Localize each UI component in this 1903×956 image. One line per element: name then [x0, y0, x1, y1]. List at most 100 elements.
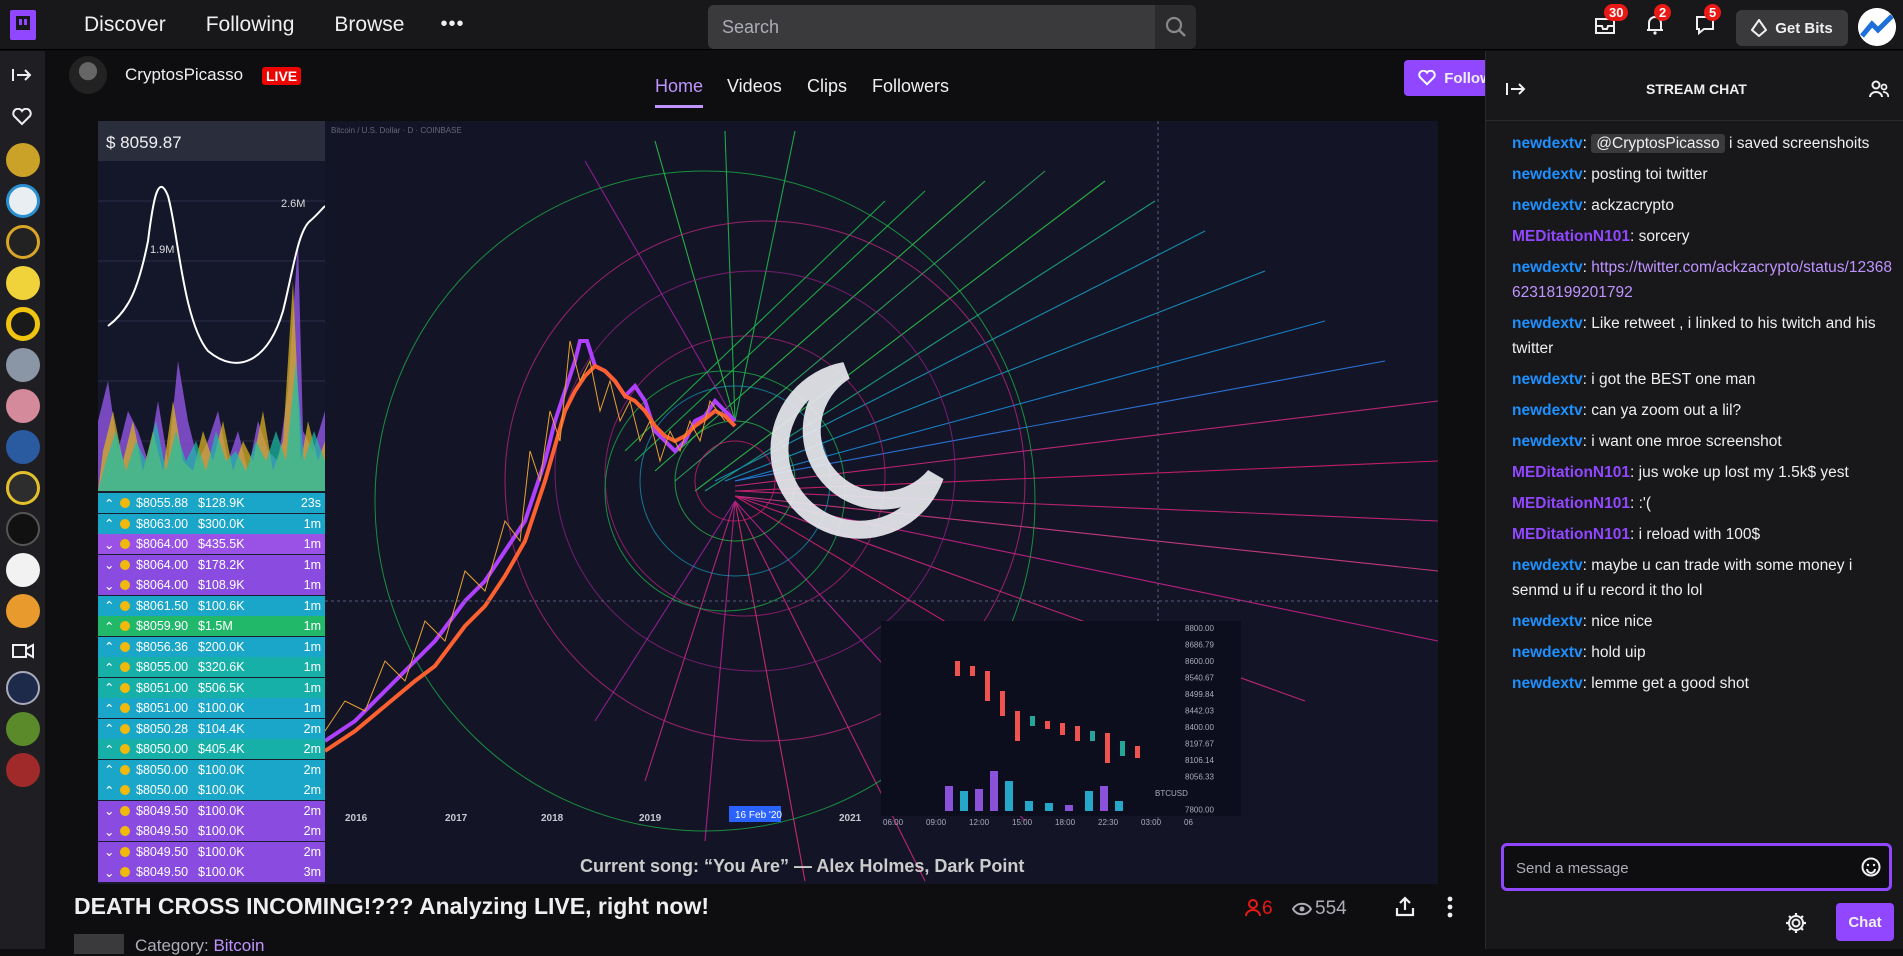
date-marker: 16 Feb '20: [735, 810, 782, 821]
chat-username[interactable]: newdextv: [1512, 371, 1583, 388]
heart-icon: [1418, 70, 1436, 86]
ticker-price: $8064.00: [136, 537, 189, 551]
chat-send-button[interactable]: Chat: [1836, 903, 1894, 941]
category-link[interactable]: Bitcoin: [213, 936, 264, 955]
followed-channel-avatar[interactable]: [6, 348, 40, 382]
followed-channel-avatar[interactable]: [6, 594, 40, 628]
nav-browse[interactable]: Browse: [334, 13, 404, 37]
expand-sidebar-icon[interactable]: [12, 67, 32, 83]
chat-username[interactable]: newdextv: [1512, 675, 1583, 692]
ticker-age: 1m: [303, 598, 321, 613]
chevron-up-icon: ⌃: [104, 763, 115, 777]
followed-channel-avatar[interactable]: [6, 184, 40, 218]
channel-avatar[interactable]: [69, 56, 107, 94]
chat-username[interactable]: MEDitationN101: [1512, 228, 1630, 245]
followed-channel-avatar[interactable]: [6, 512, 40, 546]
chat-username[interactable]: newdextv: [1512, 402, 1583, 419]
ticker-price: $8063.00: [136, 516, 189, 531]
exchange-icon: [120, 785, 130, 795]
ticker-price: $8061.50: [136, 598, 189, 613]
chat-settings-gear-icon[interactable]: [1785, 912, 1807, 934]
exchange-icon: [120, 723, 130, 734]
chat-input[interactable]: [1514, 855, 1844, 881]
chat-username[interactable]: newdextv: [1512, 259, 1583, 276]
ticker-row: ⌃ $8051.00 $506.5K 1m: [98, 677, 325, 698]
chat-username[interactable]: newdextv: [1512, 315, 1583, 332]
mini-chart-price-label: 8800.00: [1185, 624, 1214, 633]
search-input[interactable]: [708, 5, 1155, 49]
chat-panel: STREAM CHAT newdextv: @CryptosPicasso i …: [1485, 51, 1903, 949]
followed-channel-avatar[interactable]: [6, 389, 40, 423]
chat-username[interactable]: newdextv: [1512, 557, 1583, 574]
followed-heart-icon: [12, 108, 32, 126]
recommended-channel-avatar[interactable]: [6, 712, 40, 746]
mini-chart-price-label: 8400.00: [1185, 723, 1214, 732]
inbox-button[interactable]: 30: [1590, 4, 1629, 40]
followed-channel-avatar[interactable]: [6, 266, 40, 300]
channel-name[interactable]: CryptosPicasso: [125, 65, 243, 85]
chat-username[interactable]: MEDitationN101: [1512, 526, 1630, 543]
collapse-chat-icon[interactable]: [1506, 81, 1526, 97]
chat-username[interactable]: MEDitationN101: [1512, 495, 1630, 512]
ticker-amount: $104.4K: [198, 721, 245, 736]
ticker-price: $8064.00: [136, 557, 189, 572]
followed-channel-avatar[interactable]: [6, 553, 40, 587]
share-icon[interactable]: [1394, 896, 1416, 918]
ticker-price: $8049.50: [136, 824, 189, 838]
search-button[interactable]: [1155, 5, 1196, 49]
emote-picker-icon[interactable]: [1861, 857, 1881, 877]
users-icon[interactable]: [1869, 79, 1889, 99]
ticker-age: 2m: [303, 844, 321, 859]
chat-username[interactable]: newdextv: [1512, 613, 1583, 630]
tab-videos[interactable]: Videos: [727, 76, 782, 97]
more-menu-icon[interactable]: •••: [440, 13, 464, 36]
chat-username[interactable]: newdextv: [1512, 135, 1583, 152]
recommended-channel-avatar[interactable]: [6, 671, 40, 705]
tab-clips[interactable]: Clips: [807, 76, 847, 97]
followed-channel-avatar[interactable]: [6, 430, 40, 464]
video-player[interactable]: $ 8059.87 1.9M 2.6M ⌃ $8055.88 $128.9K 23s ⌃…: [98, 121, 1438, 884]
viewers-icon: [1245, 899, 1261, 917]
ticker-amount: $100.0K: [198, 865, 245, 879]
year-axis-label: 2018: [541, 813, 564, 824]
user-avatar[interactable]: [1858, 8, 1896, 46]
chat-username[interactable]: MEDitationN101: [1512, 464, 1630, 481]
chat-username[interactable]: newdextv: [1512, 644, 1583, 661]
chat-text: i reload with 100$: [1638, 526, 1761, 543]
recommended-channel-avatar[interactable]: [6, 753, 40, 787]
exchange-icon: [120, 703, 130, 713]
chevron-up-icon: ⌃: [104, 783, 115, 798]
followed-channel-avatar[interactable]: [6, 143, 40, 177]
tab-home[interactable]: Home: [655, 76, 704, 108]
mini-chart-price-label: 8540.67: [1185, 674, 1214, 683]
chat-mention[interactable]: @CryptosPicasso: [1591, 134, 1725, 153]
ticker-row: ⌃ $8050.00 $405.4K 2m: [98, 739, 325, 759]
chat-message: MEDitationN101: i reload with 100$: [1512, 526, 1761, 543]
followed-channel-avatar[interactable]: [6, 225, 40, 259]
chevron-down-icon: ⌄: [104, 578, 115, 593]
chat-username[interactable]: newdextv: [1512, 166, 1583, 183]
ticker-amount: $100.0K: [198, 762, 245, 777]
eye-icon: [1292, 902, 1312, 916]
more-options-icon[interactable]: [1446, 896, 1454, 918]
volume-label-low: 1.9M: [150, 244, 174, 256]
whispers-button[interactable]: 5: [1690, 4, 1722, 40]
exchange-icon: [120, 559, 130, 570]
get-bits-button[interactable]: Get Bits: [1736, 10, 1848, 46]
chat-message: newdextv: i got the BEST one man: [1512, 371, 1756, 388]
nav-discover[interactable]: Discover: [84, 13, 166, 37]
tab-followers[interactable]: Followers: [872, 76, 949, 97]
followed-channel-avatar[interactable]: [6, 471, 40, 505]
chat-message: MEDitationN101: :'(: [1512, 495, 1652, 512]
ticker-age: 1m: [303, 680, 321, 695]
category-boxart[interactable]: [74, 934, 124, 954]
mini-chart-time-label: 15:00: [1012, 818, 1033, 827]
chat-username[interactable]: newdextv: [1512, 197, 1583, 214]
notifications-button[interactable]: 2: [1640, 4, 1672, 40]
followed-channel-avatar[interactable]: [6, 307, 40, 341]
chat-username[interactable]: newdextv: [1512, 433, 1583, 450]
ticker-amount: $405.4K: [198, 742, 245, 756]
ticker-row: ⌄ $8064.00 $178.2K 1m: [98, 554, 325, 575]
nav-following[interactable]: Following: [206, 13, 295, 37]
twitch-logo-icon[interactable]: [10, 9, 36, 40]
